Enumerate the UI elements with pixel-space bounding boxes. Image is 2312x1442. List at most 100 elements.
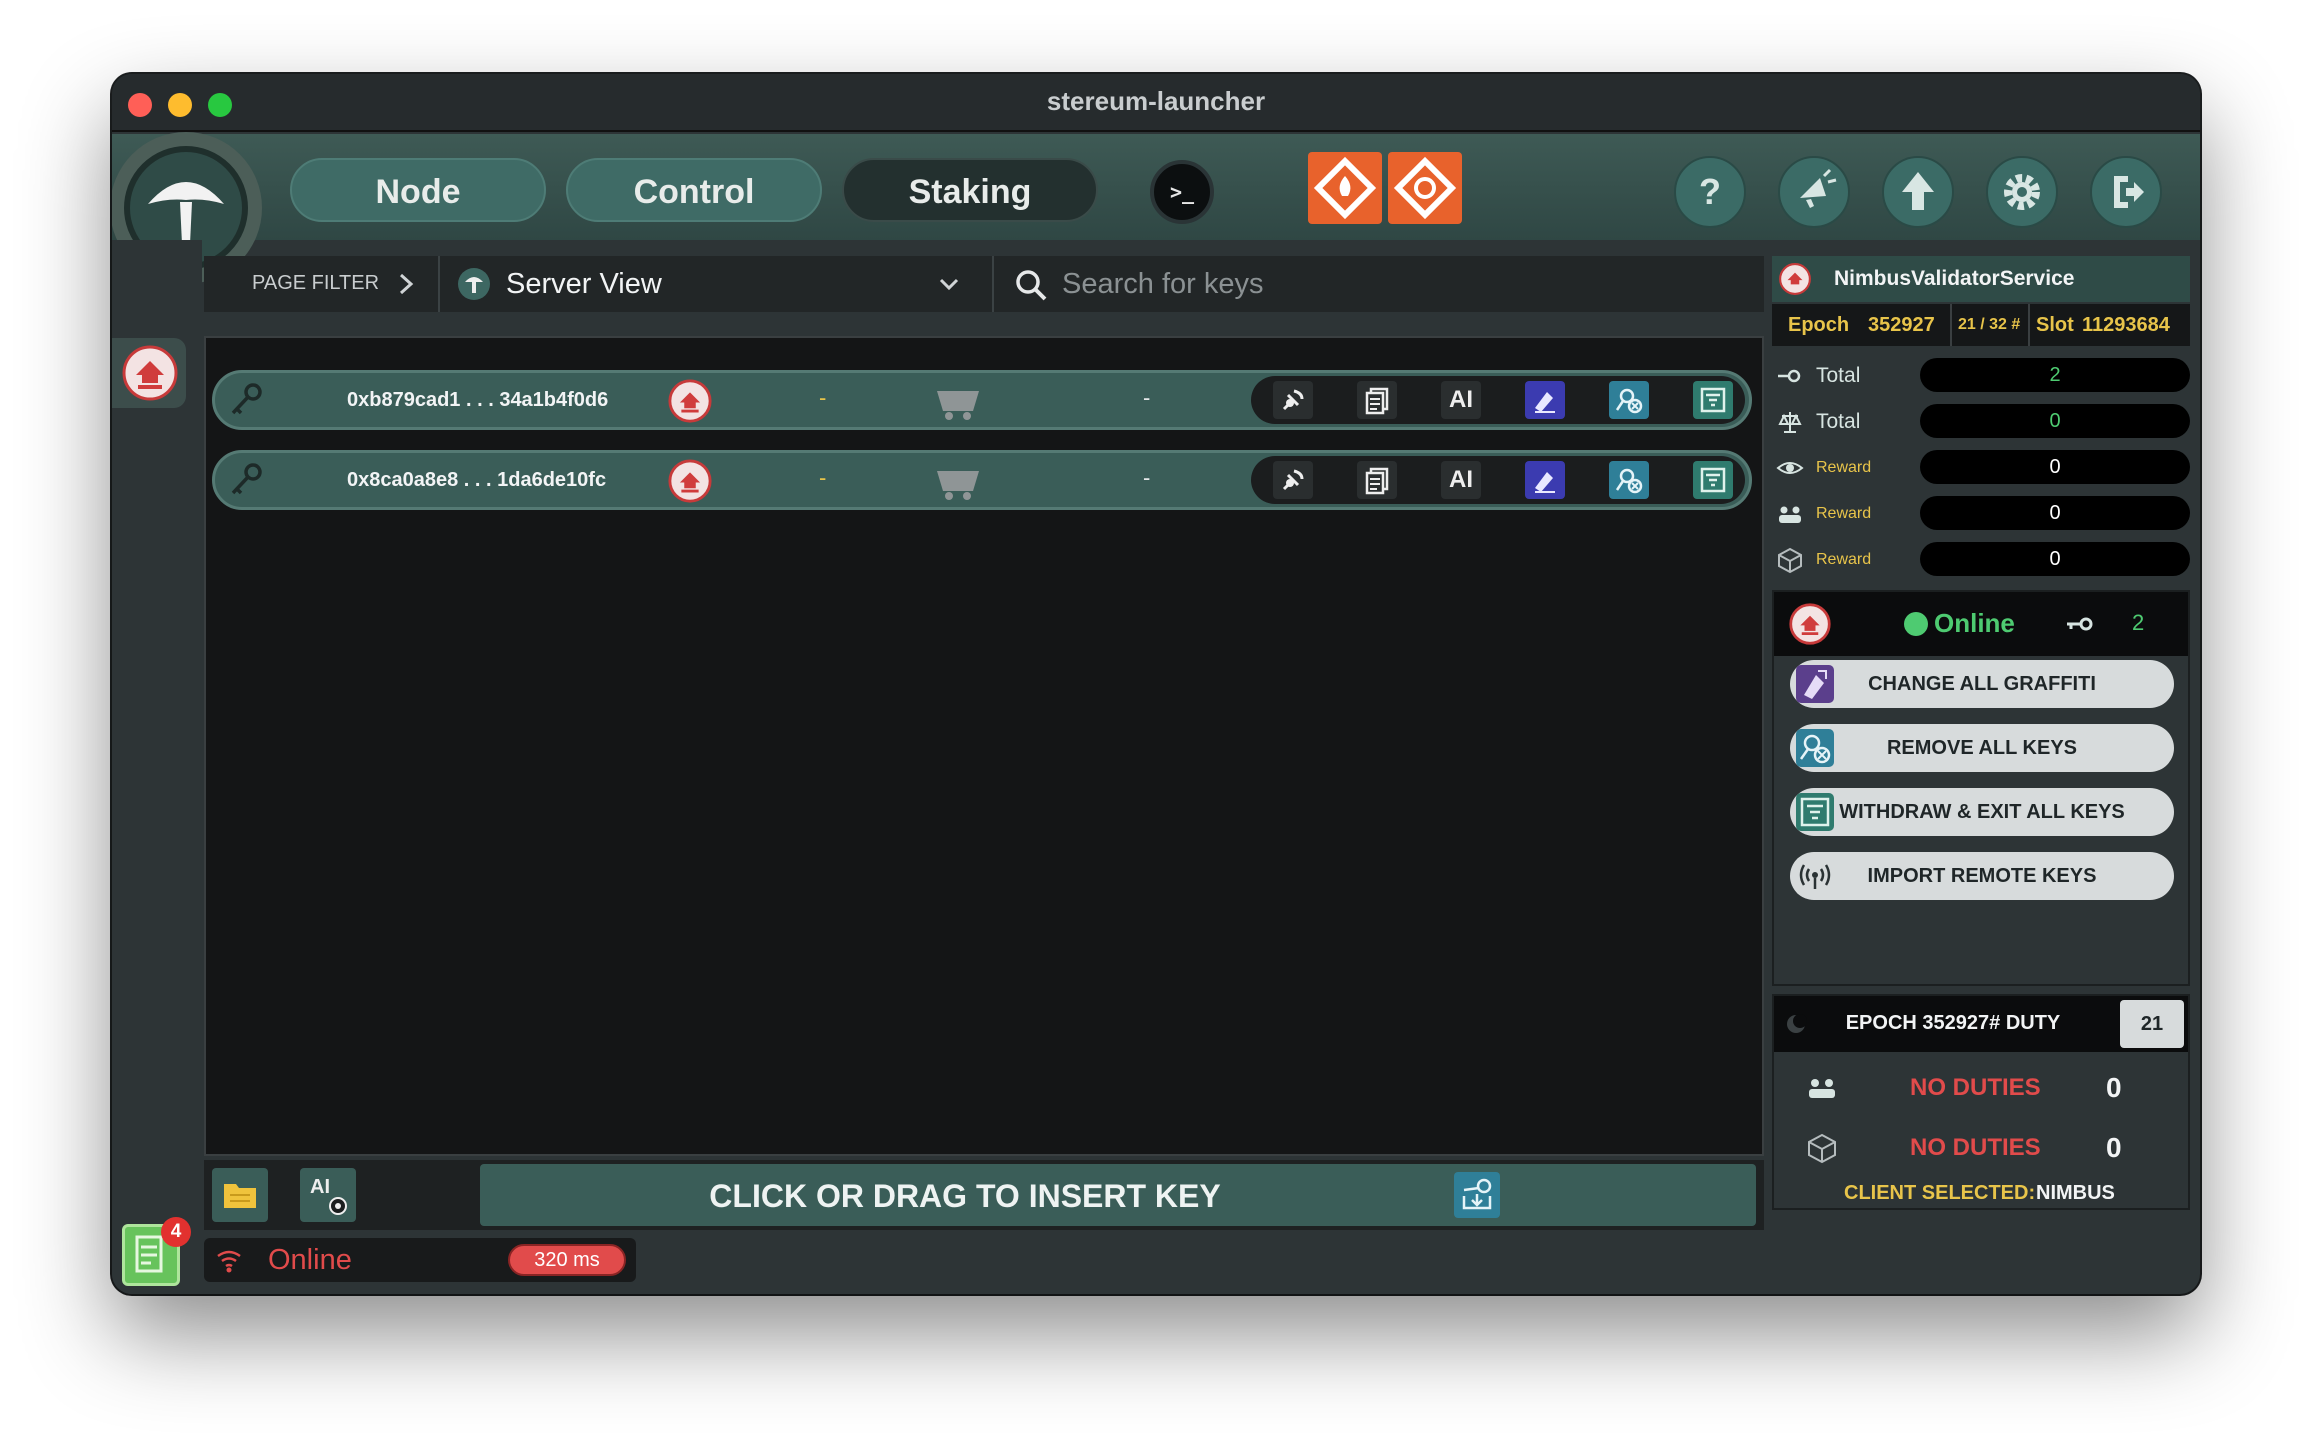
stat-label: Reward	[1816, 459, 1872, 476]
nimbus-icon	[1789, 603, 1831, 645]
change-all-graffiti-button[interactable]: CHANGE ALL GRAFFITI	[1790, 660, 2174, 708]
window-title: stereum-launcher	[1046, 86, 1266, 116]
megaphone-icon	[1800, 168, 1837, 208]
remove-key-icon[interactable]	[1609, 461, 1649, 499]
divider	[1950, 304, 1952, 346]
help-button[interactable]: ?	[1674, 156, 1746, 228]
epoch-label: Epoch	[1788, 314, 1850, 336]
key-icon	[231, 463, 262, 495]
server-view-value: Server View	[506, 268, 662, 300]
logout-button[interactable]	[2090, 156, 2162, 228]
group-icon	[1779, 506, 1801, 523]
import-remote-keys-button[interactable]: IMPORT REMOTE KEYS	[1790, 852, 2174, 900]
notification-button[interactable]	[1778, 156, 1850, 228]
remove-key-icon[interactable]	[1609, 381, 1649, 419]
group-icon	[1809, 1079, 1835, 1098]
duty-label: NO DUTIES	[1910, 1134, 2041, 1161]
slot-label: Slot	[2036, 314, 2074, 336]
nimbus-client-icon	[668, 459, 712, 503]
nimbus-client-icon	[668, 379, 712, 423]
client-key-count: 2	[2132, 610, 2145, 635]
action-label: CHANGE ALL GRAFFITI	[1868, 673, 2096, 695]
withdraw-exit-all-keys-button[interactable]: WITHDRAW & EXIT ALL KEYS	[1790, 788, 2174, 836]
duty-row: NO DUTIES 0	[1774, 1060, 2188, 1116]
stat-row-reward-sync: Reward 0	[1772, 496, 2190, 532]
table-row[interactable]: 0x8ca0a8e8 . . . 1da6de10fc - - AI	[212, 450, 1752, 510]
service-name: NimbusValidatorService	[1834, 267, 2075, 290]
status-bar: Online 320 ms	[204, 1238, 636, 1282]
folder-icon	[224, 1184, 256, 1208]
service-header: NimbusValidatorService	[1772, 256, 2190, 302]
wifi-icon	[217, 1250, 241, 1273]
client-selected-value: NIMBUS	[2036, 1182, 2115, 1204]
bottom-toolbar: AI CLICK OR DRAG TO INSERT KEY	[204, 1160, 1764, 1230]
insert-key-dropzone[interactable]: CLICK OR DRAG TO INSERT KEY	[480, 1164, 1756, 1226]
stat-label: Total	[1816, 364, 1861, 387]
action-label: IMPORT REMOTE KEYS	[1867, 865, 2097, 887]
prometheus-icon	[1313, 156, 1377, 220]
client-online-status: Online	[1934, 608, 2015, 638]
graffiti-icon[interactable]	[1525, 461, 1565, 499]
table-row[interactable]: 0xb879cad1 . . . 34a1b4f0d6 - - AI	[212, 370, 1752, 430]
checklist-button[interactable]: 4	[122, 1217, 191, 1286]
stat-row-reward-block: Reward 0	[1772, 542, 2190, 578]
stat-value: 0	[1920, 404, 2190, 438]
sidebar-validator-tab[interactable]	[112, 338, 186, 408]
key-icon	[231, 383, 262, 415]
prometheus-button[interactable]	[1308, 152, 1382, 224]
nav-control[interactable]: Control	[566, 158, 822, 222]
ai-view-button[interactable]: AI	[300, 1168, 356, 1222]
nav-node[interactable]: Node	[290, 158, 546, 222]
key-value-1: -	[819, 465, 827, 490]
ai-button[interactable]: AI	[1441, 461, 1481, 499]
duty-header: EPOCH 352927# DUTY 21	[1774, 996, 2188, 1052]
withdraw-icon[interactable]	[1693, 461, 1733, 499]
antenna-icon	[1796, 857, 1834, 895]
folder-button[interactable]	[212, 1168, 268, 1222]
duty-value: 0	[2106, 1072, 2122, 1103]
search-icon	[1016, 270, 1047, 301]
key-value-2: -	[1143, 385, 1151, 410]
stat-value: 0	[1920, 450, 2190, 484]
grafana-icon	[1393, 156, 1457, 220]
online-status: Online	[268, 1244, 352, 1276]
balance-icon	[1778, 412, 1802, 433]
remove-all-keys-button[interactable]: REMOVE ALL KEYS	[1790, 724, 2174, 772]
copy-icon[interactable]	[1357, 461, 1397, 499]
search-placeholder: Search for keys	[1062, 268, 1264, 300]
stat-label: Total	[1816, 410, 1861, 433]
gear-icon	[2004, 174, 2040, 210]
update-button[interactable]	[1882, 156, 1954, 228]
settings-button[interactable]	[1986, 156, 2058, 228]
nav-staking[interactable]: Staking	[842, 158, 1098, 222]
key-icon	[2067, 617, 2093, 631]
key-address: 0xb879cad1 . . . 34a1b4f0d6	[347, 389, 609, 411]
client-status-bar: Online 2	[1774, 592, 2188, 656]
copy-icon[interactable]	[1357, 381, 1397, 419]
satellite-icon[interactable]	[1273, 381, 1313, 419]
key-icon	[1778, 369, 1801, 383]
remove-key-icon	[1796, 729, 1834, 767]
terminal-icon[interactable]: >_	[1150, 160, 1214, 224]
duty-count: 21	[2120, 1000, 2184, 1048]
graffiti-icon	[1796, 665, 1834, 703]
chevron-right-icon	[399, 273, 414, 295]
satellite-icon[interactable]	[1273, 461, 1313, 499]
server-icon	[458, 268, 490, 300]
action-label: REMOVE ALL KEYS	[1886, 737, 2078, 759]
stat-row-total-balance: Total 0	[1772, 404, 2190, 440]
graffiti-icon[interactable]	[1525, 381, 1565, 419]
stat-label: Reward	[1816, 551, 1872, 568]
grafana-button[interactable]	[1388, 152, 1462, 224]
divider	[2028, 304, 2030, 346]
minecart-icon	[937, 391, 979, 420]
server-view-select[interactable]: Server View	[440, 256, 992, 312]
cube-icon	[1808, 1133, 1836, 1164]
stat-row-total-keys: Total 2	[1772, 358, 2190, 394]
app-window: stereum-launcher Node Control Staking >_…	[112, 74, 2200, 1294]
ai-button[interactable]: AI	[1441, 381, 1481, 419]
withdraw-icon[interactable]	[1693, 381, 1733, 419]
chevron-down-icon	[939, 278, 959, 291]
search-input[interactable]: Search for keys	[994, 256, 1764, 312]
arrow-up-icon	[1902, 172, 1934, 210]
